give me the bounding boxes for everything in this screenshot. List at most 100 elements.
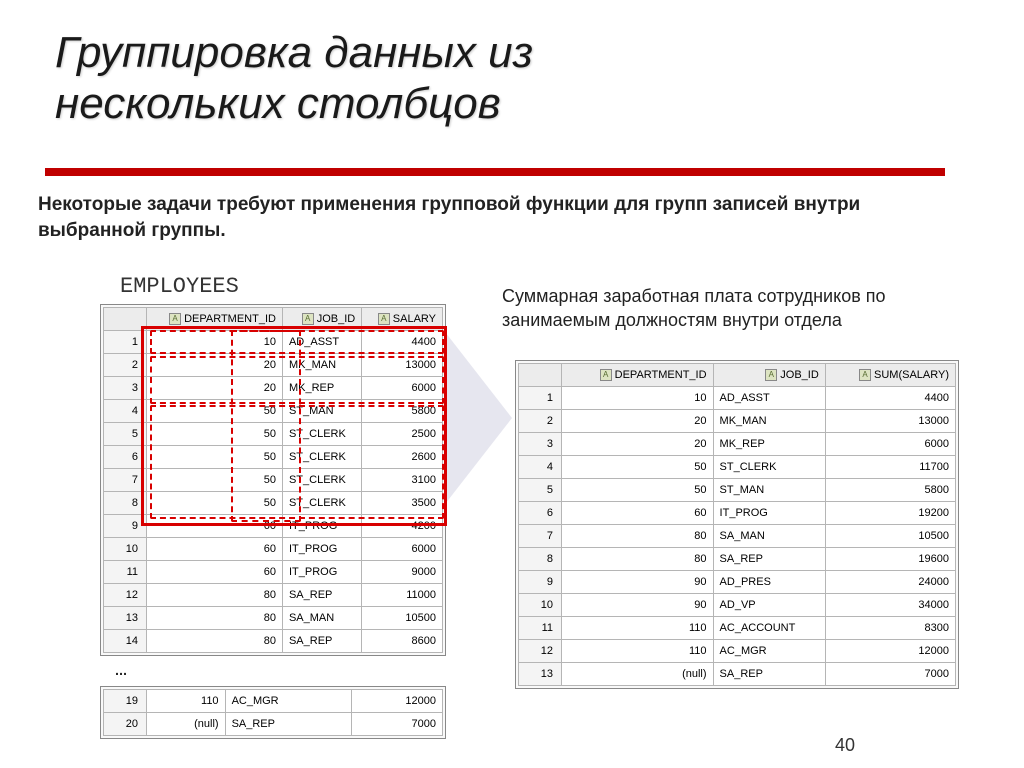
rownum-cell: 11 xyxy=(104,561,147,584)
table-row: 1380SA_MAN10500 xyxy=(104,607,443,630)
dept-cell: 20 xyxy=(562,433,714,456)
column-type-icon: A xyxy=(378,313,390,325)
rownum-cell: 14 xyxy=(104,630,147,653)
column-type-icon: A xyxy=(169,313,181,325)
rownum-header xyxy=(104,308,147,331)
value-cell: 34000 xyxy=(825,594,955,617)
job-cell: SA_REP xyxy=(282,630,361,653)
job-cell: MK_MAN xyxy=(713,410,825,433)
table-row: 1160IT_PROG9000 xyxy=(104,561,443,584)
dept-cell: 80 xyxy=(147,584,283,607)
value-cell: 10500 xyxy=(825,525,955,548)
table-row: 1280SA_REP11000 xyxy=(104,584,443,607)
column-type-icon: A xyxy=(859,369,871,381)
table-row: 750ST_CLERK3100 xyxy=(104,469,443,492)
value-cell: 19200 xyxy=(825,502,955,525)
table-row: 660IT_PROG19200 xyxy=(519,502,956,525)
rownum-cell: 8 xyxy=(104,492,147,515)
slide: Группировка данных из нескольких столбцо… xyxy=(0,0,1024,768)
title-line-2: нескольких столбцов xyxy=(55,79,501,128)
job-cell: MK_MAN xyxy=(282,354,361,377)
rownum-cell: 6 xyxy=(104,446,147,469)
value-cell: 12000 xyxy=(351,690,442,713)
dept-cell: 90 xyxy=(562,594,714,617)
title-line-1: Группировка данных из xyxy=(55,28,533,77)
dept-cell: 20 xyxy=(147,354,283,377)
value-cell: 6000 xyxy=(362,538,443,561)
table-row: 13(null)SA_REP7000 xyxy=(519,663,956,686)
table-row: 960IT_PROG4200 xyxy=(104,515,443,538)
dept-cell: 110 xyxy=(562,617,714,640)
job-cell: AD_PRES xyxy=(713,571,825,594)
job-cell: SA_REP xyxy=(713,663,825,686)
rownum-cell: 1 xyxy=(519,387,562,410)
rownum-cell: 4 xyxy=(519,456,562,479)
value-cell: 4400 xyxy=(362,331,443,354)
rownum-cell: 13 xyxy=(104,607,147,630)
rownum-cell: 8 xyxy=(519,548,562,571)
job-cell: ST_MAN xyxy=(282,400,361,423)
job-cell: ST_MAN xyxy=(713,479,825,502)
rownum-cell: 19 xyxy=(104,690,147,713)
rownum-cell: 12 xyxy=(519,640,562,663)
dept-cell: 60 xyxy=(147,538,283,561)
job-cell: AD_ASST xyxy=(713,387,825,410)
table-header-row: ADEPARTMENT_ID AJOB_ID ASALARY xyxy=(104,308,443,331)
job-cell: AC_ACCOUNT xyxy=(713,617,825,640)
rownum-cell: 3 xyxy=(104,377,147,400)
job-cell: IT_PROG xyxy=(282,538,361,561)
table-row: 19110AC_MGR12000 xyxy=(104,690,443,713)
rownum-cell: 11 xyxy=(519,617,562,640)
job-cell: ST_CLERK xyxy=(282,469,361,492)
job-cell: IT_PROG xyxy=(282,515,361,538)
col-dept: ADEPARTMENT_ID xyxy=(147,308,283,331)
rownum-cell: 4 xyxy=(104,400,147,423)
rownum-cell: 9 xyxy=(104,515,147,538)
job-cell: IT_PROG xyxy=(713,502,825,525)
value-cell: 4400 xyxy=(825,387,955,410)
table-row: 220MK_MAN13000 xyxy=(104,354,443,377)
table-row: 450ST_MAN5800 xyxy=(104,400,443,423)
job-cell: ST_CLERK xyxy=(282,492,361,515)
dept-cell: 50 xyxy=(147,492,283,515)
table-row: 550ST_MAN5800 xyxy=(519,479,956,502)
value-cell: 3100 xyxy=(362,469,443,492)
job-cell: SA_MAN xyxy=(713,525,825,548)
value-cell: 3500 xyxy=(362,492,443,515)
column-type-icon: A xyxy=(765,369,777,381)
employees-table: ADEPARTMENT_ID AJOB_ID ASALARY 110AD_ASS… xyxy=(103,307,443,653)
table-row: 220MK_MAN13000 xyxy=(519,410,956,433)
rownum-cell: 1 xyxy=(104,331,147,354)
rownum-cell: 20 xyxy=(104,713,147,736)
value-cell: 24000 xyxy=(825,571,955,594)
col-label: DEPARTMENT_ID xyxy=(615,369,707,381)
col-label: JOB_ID xyxy=(780,369,819,381)
dept-cell: 80 xyxy=(147,607,283,630)
rownum-cell: 2 xyxy=(519,410,562,433)
table-row: 1480SA_REP8600 xyxy=(104,630,443,653)
value-cell: 13000 xyxy=(362,354,443,377)
table-row: 110AD_ASST4400 xyxy=(104,331,443,354)
job-cell: AD_ASST xyxy=(282,331,361,354)
table-row: 450ST_CLERK11700 xyxy=(519,456,956,479)
col-label: SALARY xyxy=(393,313,436,325)
dept-cell: 60 xyxy=(562,502,714,525)
dept-cell: 80 xyxy=(562,548,714,571)
subtitle-text: Некоторые задачи требуют применения груп… xyxy=(38,192,938,243)
col-sum: ASUM(SALARY) xyxy=(825,364,955,387)
value-cell: 7000 xyxy=(351,713,442,736)
value-cell: 7000 xyxy=(825,663,955,686)
employees-label: EMPLOYEES xyxy=(120,274,239,299)
value-cell: 11000 xyxy=(362,584,443,607)
value-cell: 5800 xyxy=(825,479,955,502)
job-cell: ST_CLERK xyxy=(282,423,361,446)
dept-cell: 110 xyxy=(147,690,226,713)
value-cell: 13000 xyxy=(825,410,955,433)
table-row: 1090AD_VP34000 xyxy=(519,594,956,617)
value-cell: 5800 xyxy=(362,400,443,423)
table-row: 780SA_MAN10500 xyxy=(519,525,956,548)
col-label: DEPARTMENT_ID xyxy=(184,313,276,325)
summary-table-wrap: ADEPARTMENT_ID AJOB_ID ASUM(SALARY) 110A… xyxy=(515,360,959,689)
rownum-cell: 6 xyxy=(519,502,562,525)
table-row: 880SA_REP19600 xyxy=(519,548,956,571)
